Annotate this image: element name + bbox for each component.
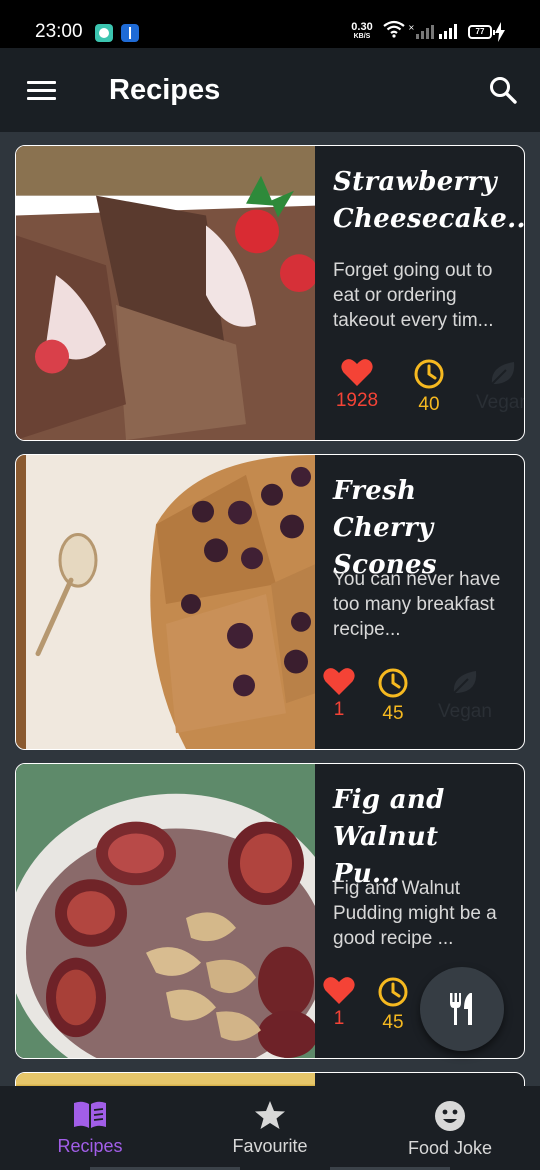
nav-food-joke[interactable]: Food Joke [360,1086,540,1170]
likes-count: 1928 [335,390,379,411]
screen: 23:00 0.30 KB/S × 77 Recipes Strawberry … [0,0,540,1170]
vegan-stat: Vegan [475,358,525,414]
star-icon [255,1101,285,1129]
recipe-card-body: Fresh Cherry Scones You can never have t… [315,455,524,749]
leaf-icon [453,671,477,694]
time-stat: 40 [401,358,457,416]
app-bar: Recipes [0,48,540,132]
likes-count: 1 [333,699,345,720]
recipe-image-fresh-cherry-scones [16,455,315,749]
status-bar: 23:00 0.30 KB/S × 77 [0,0,540,48]
time-minutes: 45 [382,1012,404,1033]
heart-icon [323,977,355,1004]
vegan-label: Vegan [438,701,492,722]
recipe-image-strawberry-cheesecake [16,146,315,440]
recipe-book-icon [74,1101,106,1128]
nav-recipes[interactable]: Recipes [0,1086,180,1170]
hamburger-menu-icon[interactable] [27,81,56,101]
fork-knife-icon [450,993,472,1025]
recipe-card-body: Strawberry Cheesecake... Forget going ou… [315,146,524,440]
recipe-card[interactable]: Fresh Cherry Scones You can never have t… [15,454,525,750]
vegan-label: Vegan [476,392,525,413]
recipe-description: Forget going out to eat or ordering take… [333,260,494,331]
likes-count: 1 [333,1008,345,1029]
net-speed: 0.30 KB/S [348,21,376,41]
clock-icon [378,977,408,1007]
net-speed-unit: KB/S [353,33,371,40]
wifi-icon [383,20,405,38]
signal-strength-icon [439,24,457,39]
search-icon[interactable] [488,75,518,105]
clock-icon [378,668,408,698]
recipe-image-fig-and-walnut-pudding [16,764,315,1058]
signal-icon: × [408,23,434,39]
recipe-description: Fig and Walnut Pudding might be a good r… [333,878,497,949]
svg-text:×: × [408,23,415,32]
bottom-navigation: Recipes Favourite Food Joke [0,1086,540,1170]
time-stat: 45 [365,667,421,725]
likes-stat: 1 [311,667,367,721]
smiley-icon [435,1101,465,1131]
page-title: Recipes [109,74,221,106]
usb-icon [121,24,139,42]
likes-stat: 1928 [329,358,385,412]
heart-icon [341,359,373,386]
time-minutes: 40 [418,394,440,415]
leaf-icon [491,362,515,385]
nav-label-favourite: Favourite [232,1136,308,1156]
recipe-card[interactable]: Strawberry Cheesecake... Forget going ou… [15,145,525,441]
nav-label-recipes: Recipes [57,1136,123,1156]
nav-label-food-joke: Food Joke [407,1138,493,1158]
time-stat: 45 [365,976,421,1034]
battery-icon: 77 [468,25,495,39]
time-minutes: 45 [382,703,404,724]
net-speed-value: 0.30 [351,21,373,33]
heart-icon [323,668,355,695]
recipe-description: You can never have too many breakfast re… [333,569,501,640]
fab-fork-knife-button[interactable] [420,967,504,1051]
vegan-stat: Vegan [437,667,493,723]
likes-stat: 1 [311,976,367,1030]
nav-favourite[interactable]: Favourite [180,1086,360,1170]
clock-icon [414,359,444,389]
recipe-title: Strawberry Cheesecake... [333,167,525,234]
status-time: 23:00 [35,21,83,42]
chat-notification-icon [95,24,113,42]
charging-icon [495,22,505,42]
